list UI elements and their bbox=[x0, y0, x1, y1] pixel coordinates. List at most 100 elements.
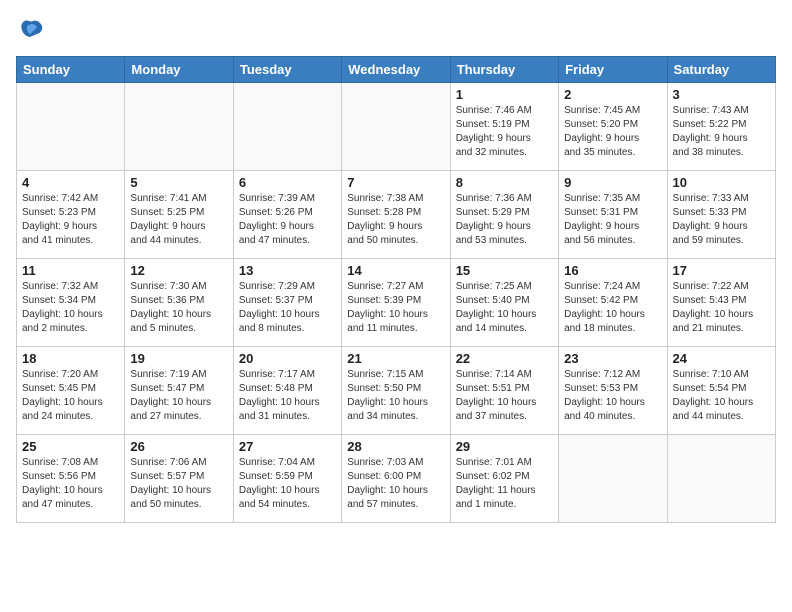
day-cell bbox=[559, 435, 667, 523]
day-cell: 5 Sunrise: 7:41 AM Sunset: 5:25 PM Daylig… bbox=[125, 171, 233, 259]
day-detail: Sunrise: 7:17 AM Sunset: 5:48 PM Dayligh… bbox=[239, 368, 336, 424]
col-header-thursday: Thursday bbox=[450, 57, 558, 83]
day-number: 22 bbox=[456, 351, 553, 366]
day-detail: Sunrise: 7:06 AM Sunset: 5:57 PM Dayligh… bbox=[130, 456, 227, 512]
day-detail: Sunrise: 7:03 AM Sunset: 6:00 PM Dayligh… bbox=[347, 456, 444, 512]
week-row-5: 25 Sunrise: 7:08 AM Sunset: 5:56 PM Dayli… bbox=[17, 435, 776, 523]
day-cell: 18 Sunrise: 7:20 AM Sunset: 5:45 PM Dayli… bbox=[17, 347, 125, 435]
day-cell: 11 Sunrise: 7:32 AM Sunset: 5:34 PM Dayli… bbox=[17, 259, 125, 347]
day-number: 18 bbox=[22, 351, 119, 366]
day-number: 1 bbox=[456, 87, 553, 102]
day-cell: 12 Sunrise: 7:30 AM Sunset: 5:36 PM Dayli… bbox=[125, 259, 233, 347]
day-number: 13 bbox=[239, 263, 336, 278]
day-detail: Sunrise: 7:12 AM Sunset: 5:53 PM Dayligh… bbox=[564, 368, 661, 424]
day-detail: Sunrise: 7:01 AM Sunset: 6:02 PM Dayligh… bbox=[456, 456, 553, 512]
day-number: 27 bbox=[239, 439, 336, 454]
day-cell: 6Sunrise: 7:39 AM Sunset: 5:26 PM Daylig… bbox=[233, 171, 341, 259]
day-cell bbox=[125, 83, 233, 171]
day-number: 24 bbox=[673, 351, 770, 366]
day-detail: Sunrise: 7:42 AM Sunset: 5:23 PM Dayligh… bbox=[22, 192, 119, 248]
day-detail: Sunrise: 7:24 AM Sunset: 5:42 PM Dayligh… bbox=[564, 280, 661, 336]
day-detail: Sunrise: 7:32 AM Sunset: 5:34 PM Dayligh… bbox=[22, 280, 119, 336]
day-cell: 1 Sunrise: 7:46 AM Sunset: 5:19 PM Daylig… bbox=[450, 83, 558, 171]
day-cell: 3 Sunrise: 7:43 AM Sunset: 5:22 PM Daylig… bbox=[667, 83, 775, 171]
day-number: 3 bbox=[673, 87, 770, 102]
day-number: 16 bbox=[564, 263, 661, 278]
day-number: 8 bbox=[456, 175, 553, 190]
week-row-1: 1 Sunrise: 7:46 AM Sunset: 5:19 PM Daylig… bbox=[17, 83, 776, 171]
day-cell: 28 Sunrise: 7:03 AM Sunset: 6:00 PM Dayli… bbox=[342, 435, 450, 523]
day-number: 7 bbox=[347, 175, 444, 190]
col-header-friday: Friday bbox=[559, 57, 667, 83]
day-cell bbox=[667, 435, 775, 523]
day-cell bbox=[17, 83, 125, 171]
day-cell bbox=[342, 83, 450, 171]
col-header-wednesday: Wednesday bbox=[342, 57, 450, 83]
day-cell: 23Sunrise: 7:12 AM Sunset: 5:53 PM Dayli… bbox=[559, 347, 667, 435]
day-detail: Sunrise: 7:19 AM Sunset: 5:47 PM Dayligh… bbox=[130, 368, 227, 424]
day-cell bbox=[233, 83, 341, 171]
day-cell: 14Sunrise: 7:27 AM Sunset: 5:39 PM Dayli… bbox=[342, 259, 450, 347]
col-header-saturday: Saturday bbox=[667, 57, 775, 83]
day-detail: Sunrise: 7:10 AM Sunset: 5:54 PM Dayligh… bbox=[673, 368, 770, 424]
day-cell: 8 Sunrise: 7:36 AM Sunset: 5:29 PM Daylig… bbox=[450, 171, 558, 259]
day-cell: 15Sunrise: 7:25 AM Sunset: 5:40 PM Dayli… bbox=[450, 259, 558, 347]
day-detail: Sunrise: 7:46 AM Sunset: 5:19 PM Dayligh… bbox=[456, 104, 553, 160]
day-detail: Sunrise: 7:45 AM Sunset: 5:20 PM Dayligh… bbox=[564, 104, 661, 160]
day-cell: 22 Sunrise: 7:14 AM Sunset: 5:51 PM Dayli… bbox=[450, 347, 558, 435]
day-number: 4 bbox=[22, 175, 119, 190]
week-row-3: 11 Sunrise: 7:32 AM Sunset: 5:34 PM Dayli… bbox=[17, 259, 776, 347]
day-detail: Sunrise: 7:04 AM Sunset: 5:59 PM Dayligh… bbox=[239, 456, 336, 512]
day-number: 9 bbox=[564, 175, 661, 190]
day-cell: 20 Sunrise: 7:17 AM Sunset: 5:48 PM Dayli… bbox=[233, 347, 341, 435]
day-detail: Sunrise: 7:29 AM Sunset: 5:37 PM Dayligh… bbox=[239, 280, 336, 336]
day-number: 28 bbox=[347, 439, 444, 454]
day-cell: 29 Sunrise: 7:01 AM Sunset: 6:02 PM Dayli… bbox=[450, 435, 558, 523]
col-header-sunday: Sunday bbox=[17, 57, 125, 83]
day-detail: Sunrise: 7:27 AM Sunset: 5:39 PM Dayligh… bbox=[347, 280, 444, 336]
day-number: 10 bbox=[673, 175, 770, 190]
day-number: 29 bbox=[456, 439, 553, 454]
day-detail: Sunrise: 7:15 AM Sunset: 5:50 PM Dayligh… bbox=[347, 368, 444, 424]
day-number: 19 bbox=[130, 351, 227, 366]
day-cell: 17 Sunrise: 7:22 AM Sunset: 5:43 PM Dayli… bbox=[667, 259, 775, 347]
day-number: 25 bbox=[22, 439, 119, 454]
page-header bbox=[16, 16, 776, 44]
day-number: 5 bbox=[130, 175, 227, 190]
day-cell: 4 Sunrise: 7:42 AM Sunset: 5:23 PM Daylig… bbox=[17, 171, 125, 259]
day-detail: Sunrise: 7:38 AM Sunset: 5:28 PM Dayligh… bbox=[347, 192, 444, 248]
day-detail: Sunrise: 7:33 AM Sunset: 5:33 PM Dayligh… bbox=[673, 192, 770, 248]
day-detail: Sunrise: 7:22 AM Sunset: 5:43 PM Dayligh… bbox=[673, 280, 770, 336]
col-header-monday: Monday bbox=[125, 57, 233, 83]
calendar-table: SundayMondayTuesdayWednesdayThursdayFrid… bbox=[16, 56, 776, 523]
day-detail: Sunrise: 7:30 AM Sunset: 5:36 PM Dayligh… bbox=[130, 280, 227, 336]
day-detail: Sunrise: 7:41 AM Sunset: 5:25 PM Dayligh… bbox=[130, 192, 227, 248]
day-number: 12 bbox=[130, 263, 227, 278]
day-cell: 26 Sunrise: 7:06 AM Sunset: 5:57 PM Dayli… bbox=[125, 435, 233, 523]
day-cell: 25 Sunrise: 7:08 AM Sunset: 5:56 PM Dayli… bbox=[17, 435, 125, 523]
day-detail: Sunrise: 7:36 AM Sunset: 5:29 PM Dayligh… bbox=[456, 192, 553, 248]
day-number: 26 bbox=[130, 439, 227, 454]
day-detail: Sunrise: 7:35 AM Sunset: 5:31 PM Dayligh… bbox=[564, 192, 661, 248]
day-cell: 13 Sunrise: 7:29 AM Sunset: 5:37 PM Dayli… bbox=[233, 259, 341, 347]
header-row: SundayMondayTuesdayWednesdayThursdayFrid… bbox=[17, 57, 776, 83]
day-detail: Sunrise: 7:20 AM Sunset: 5:45 PM Dayligh… bbox=[22, 368, 119, 424]
day-number: 20 bbox=[239, 351, 336, 366]
day-cell: 9 Sunrise: 7:35 AM Sunset: 5:31 PM Daylig… bbox=[559, 171, 667, 259]
logo-icon bbox=[16, 16, 44, 44]
day-detail: Sunrise: 7:14 AM Sunset: 5:51 PM Dayligh… bbox=[456, 368, 553, 424]
day-cell: 27 Sunrise: 7:04 AM Sunset: 5:59 PM Dayli… bbox=[233, 435, 341, 523]
day-number: 11 bbox=[22, 263, 119, 278]
week-row-2: 4 Sunrise: 7:42 AM Sunset: 5:23 PM Daylig… bbox=[17, 171, 776, 259]
day-cell: 21Sunrise: 7:15 AM Sunset: 5:50 PM Dayli… bbox=[342, 347, 450, 435]
day-detail: Sunrise: 7:43 AM Sunset: 5:22 PM Dayligh… bbox=[673, 104, 770, 160]
day-cell: 7 Sunrise: 7:38 AM Sunset: 5:28 PM Daylig… bbox=[342, 171, 450, 259]
day-cell: 2Sunrise: 7:45 AM Sunset: 5:20 PM Daylig… bbox=[559, 83, 667, 171]
logo bbox=[16, 16, 48, 44]
col-header-tuesday: Tuesday bbox=[233, 57, 341, 83]
day-cell: 24 Sunrise: 7:10 AM Sunset: 5:54 PM Dayli… bbox=[667, 347, 775, 435]
day-number: 17 bbox=[673, 263, 770, 278]
day-detail: Sunrise: 7:39 AM Sunset: 5:26 PM Dayligh… bbox=[239, 192, 336, 248]
day-detail: Sunrise: 7:25 AM Sunset: 5:40 PM Dayligh… bbox=[456, 280, 553, 336]
day-detail: Sunrise: 7:08 AM Sunset: 5:56 PM Dayligh… bbox=[22, 456, 119, 512]
